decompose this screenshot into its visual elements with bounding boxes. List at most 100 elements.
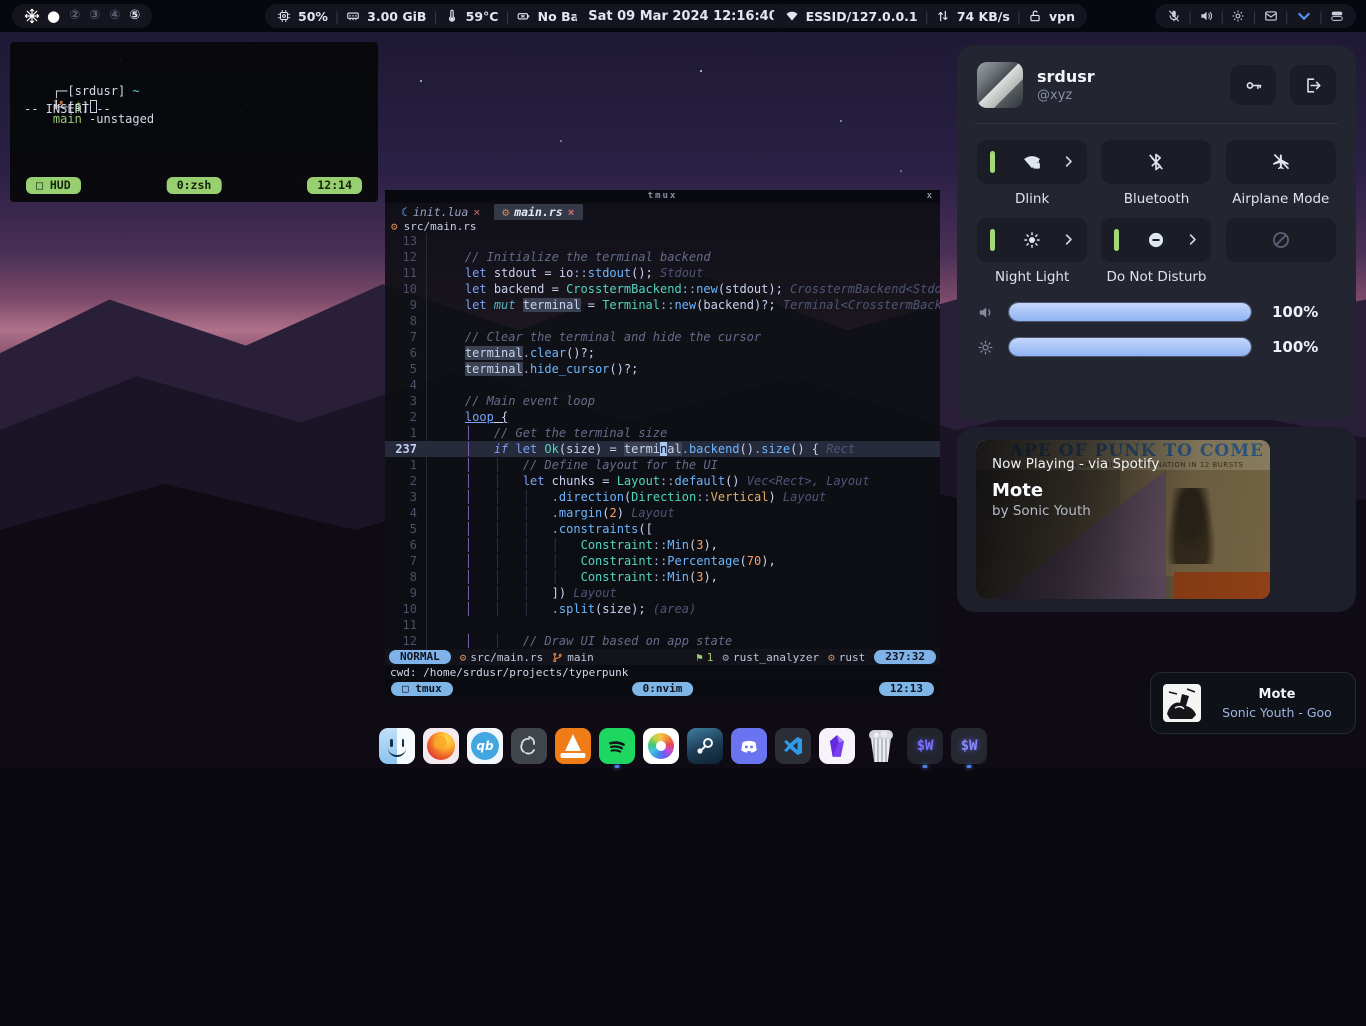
code-line[interactable]: 13 — [385, 233, 940, 249]
code-line[interactable]: 7 // Clear the terminal and hide the cur… — [385, 329, 940, 345]
code-line[interactable]: 1 │ │ // Define layout for the UI — [385, 457, 940, 473]
dock-item-obs[interactable] — [511, 728, 547, 764]
code-line[interactable]: 10 let backend = CrosstermBackend::new(s… — [385, 281, 940, 297]
code-line[interactable]: 6 terminal.clear()?; — [385, 345, 940, 361]
code-line[interactable]: 12 │ │ // Draw UI based on app state — [385, 633, 940, 649]
toggle-dlink[interactable] — [977, 140, 1087, 184]
code-line[interactable]: 3 // Main event loop — [385, 393, 940, 409]
chevron-right-icon[interactable] — [1061, 154, 1076, 169]
brightness-slider[interactable] — [1008, 337, 1252, 357]
tmux-window-pill[interactable]: 0:nvim — [632, 682, 694, 696]
code-line[interactable]: 2 loop { — [385, 409, 940, 425]
dock-item-spotify[interactable] — [599, 728, 635, 764]
distro-logo-icon[interactable] — [24, 8, 40, 24]
dock-item-vscode[interactable] — [775, 728, 811, 764]
tab-main-rs[interactable]: ⚙ main.rs × — [494, 204, 582, 220]
code-line[interactable]: 4 │ │ │ .margin(2) Layout — [385, 505, 940, 521]
code-line[interactable]: 237 │ if let Ok(size) = terminal.backend… — [385, 441, 940, 457]
code-buffer[interactable]: 1312 // Initialize the terminal backend1… — [385, 233, 940, 649]
volume-icon[interactable] — [977, 304, 994, 321]
speaker-icon[interactable] — [1199, 9, 1213, 23]
tmux-window-pill[interactable]: 0:zsh — [167, 177, 222, 194]
code-line[interactable]: 4 — [385, 377, 940, 393]
tab-close-icon[interactable]: × — [473, 205, 480, 219]
tab-init-lua[interactable]: ☾ init.lua × — [393, 204, 488, 220]
dock-item-vlc[interactable] — [555, 728, 591, 764]
code-line[interactable]: 5 terminal.hide_cursor()?; — [385, 361, 940, 377]
brightness-icon[interactable] — [977, 339, 994, 356]
code-line[interactable]: 8 │ │ │ │ Constraint::Min(3), — [385, 569, 940, 585]
notification-toast[interactable]: Mote Sonic Youth - Goo — [1150, 672, 1356, 734]
dock-item-qbittorrent[interactable]: qb — [467, 728, 503, 764]
workspace-5[interactable]: ⑤ — [129, 4, 140, 28]
toggle-bluetooth[interactable] — [1101, 140, 1211, 184]
code-line[interactable]: 12 // Initialize the terminal backend — [385, 249, 940, 265]
code-line[interactable]: 7 │ │ │ │ Constraint::Percentage(70), — [385, 553, 940, 569]
workspace-3[interactable]: ③ — [89, 4, 100, 28]
tmux-statusbar: □ tmux 0:nvim 12:13 — [385, 680, 940, 698]
logout-button[interactable] — [1290, 65, 1336, 105]
level-sliders: 100%100% — [957, 290, 1356, 357]
chevron-down-icon[interactable] — [1296, 8, 1312, 24]
line-number: 6 — [385, 345, 427, 361]
workspace-2[interactable]: ② — [69, 4, 80, 28]
tab-close-icon[interactable]: × — [568, 205, 575, 219]
tmux-session-pill[interactable]: □ HUD — [26, 177, 81, 194]
line-number: 3 — [385, 489, 427, 505]
lock-keys-button[interactable] — [1230, 65, 1276, 105]
volume-slider[interactable] — [1008, 302, 1252, 322]
code-line[interactable]: 9 │ │ │ ]) Layout — [385, 585, 940, 601]
dock-item-photos[interactable] — [643, 728, 679, 764]
toggle-airplane-mode[interactable] — [1226, 140, 1336, 184]
dock-item-discord[interactable] — [731, 728, 767, 764]
toggle-night-light[interactable] — [977, 218, 1087, 262]
microphone-muted-icon[interactable] — [1167, 9, 1181, 23]
workspace-4[interactable]: ④ — [109, 4, 120, 28]
top-status-bar: ●②③④⑤ 50% | 3.00 GiB | 59°C | No Bat Sat… — [0, 0, 1366, 32]
mail-icon[interactable] — [1264, 9, 1278, 23]
code-line[interactable]: 3 │ │ │ .direction(Direction::Vertical) … — [385, 489, 940, 505]
code-line[interactable]: 11 — [385, 617, 940, 633]
dock-item-steam[interactable] — [687, 728, 723, 764]
chevron-right-icon[interactable] — [1185, 232, 1200, 247]
toggle-do-not-disturb[interactable] — [1101, 218, 1211, 262]
window-close-button[interactable]: x — [927, 190, 932, 203]
code-line[interactable]: 2 │ │ let chunks = Layout::default() Vec… — [385, 473, 940, 489]
editor-winbar: ⚙ src/main.rs — [385, 220, 940, 233]
editor-window[interactable]: tmux x ☾ init.lua × ⚙ main.rs × ⚙ src/ma… — [385, 190, 940, 698]
layout-switcher-icon[interactable] — [1330, 9, 1344, 23]
line-number: 1 — [385, 457, 427, 473]
flag-icon: ⚑ — [696, 651, 703, 664]
clock-pill[interactable]: Sat 09 Mar 2024 12:16:40 — [576, 4, 790, 28]
toggle-label: Bluetooth — [1124, 191, 1190, 208]
dock-item-trash[interactable] — [863, 728, 899, 764]
code-line[interactable]: 6 │ │ │ │ Constraint::Min(3), — [385, 537, 940, 553]
chevron-right-icon[interactable] — [1061, 232, 1076, 247]
dock-item-obsidian[interactable] — [819, 728, 855, 764]
dock-item-file-manager[interactable] — [379, 728, 415, 764]
code-line[interactable]: 5 │ │ │ .constraints([ — [385, 521, 940, 537]
rust-icon: ⚙ — [391, 220, 398, 233]
line-number: 10 — [385, 601, 427, 617]
now-playing-source: Now Playing - via Spotify — [992, 456, 1159, 472]
album-art[interactable]: APE OF PUNK TO COME A CHIMERICAL BOMBINA… — [976, 440, 1270, 599]
dock-item-wezterm[interactable]: $W — [907, 728, 943, 764]
network-pill[interactable]: ESSID/127.0.0.1 | 74 KB/s | vpn — [773, 4, 1087, 28]
settings-gear-icon[interactable] — [1231, 9, 1245, 23]
toggle-label: Dlink — [1015, 191, 1049, 208]
terminal-window[interactable]: ┌─[srdusr] ~ main -unstaged └─[$] -- INS… — [10, 42, 378, 202]
workspace-1[interactable]: ● — [47, 4, 60, 28]
code-line[interactable]: 1 │ // Get the terminal size — [385, 425, 940, 441]
vim-mode-badge: NORMAL — [389, 650, 451, 664]
network-speed: 74 KB/s — [957, 9, 1010, 24]
dock-item-firefox[interactable] — [423, 728, 459, 764]
dock-item-wezterm-2[interactable]: $W — [951, 728, 987, 764]
battery-icon — [517, 9, 531, 23]
code-line[interactable]: 11 let stdout = io::stdout(); Stdout — [385, 265, 940, 281]
workspace-pill: ● ②③④⑤ — [12, 4, 152, 28]
code-line[interactable]: 8 — [385, 313, 940, 329]
code-line[interactable]: 9 let mut terminal = Terminal::new(backe… — [385, 297, 940, 313]
tmux-session-pill[interactable]: □ tmux — [391, 682, 453, 696]
code-line[interactable]: 10 │ │ │ .split(size); (area) — [385, 601, 940, 617]
toggle-blocked[interactable] — [1226, 218, 1336, 262]
